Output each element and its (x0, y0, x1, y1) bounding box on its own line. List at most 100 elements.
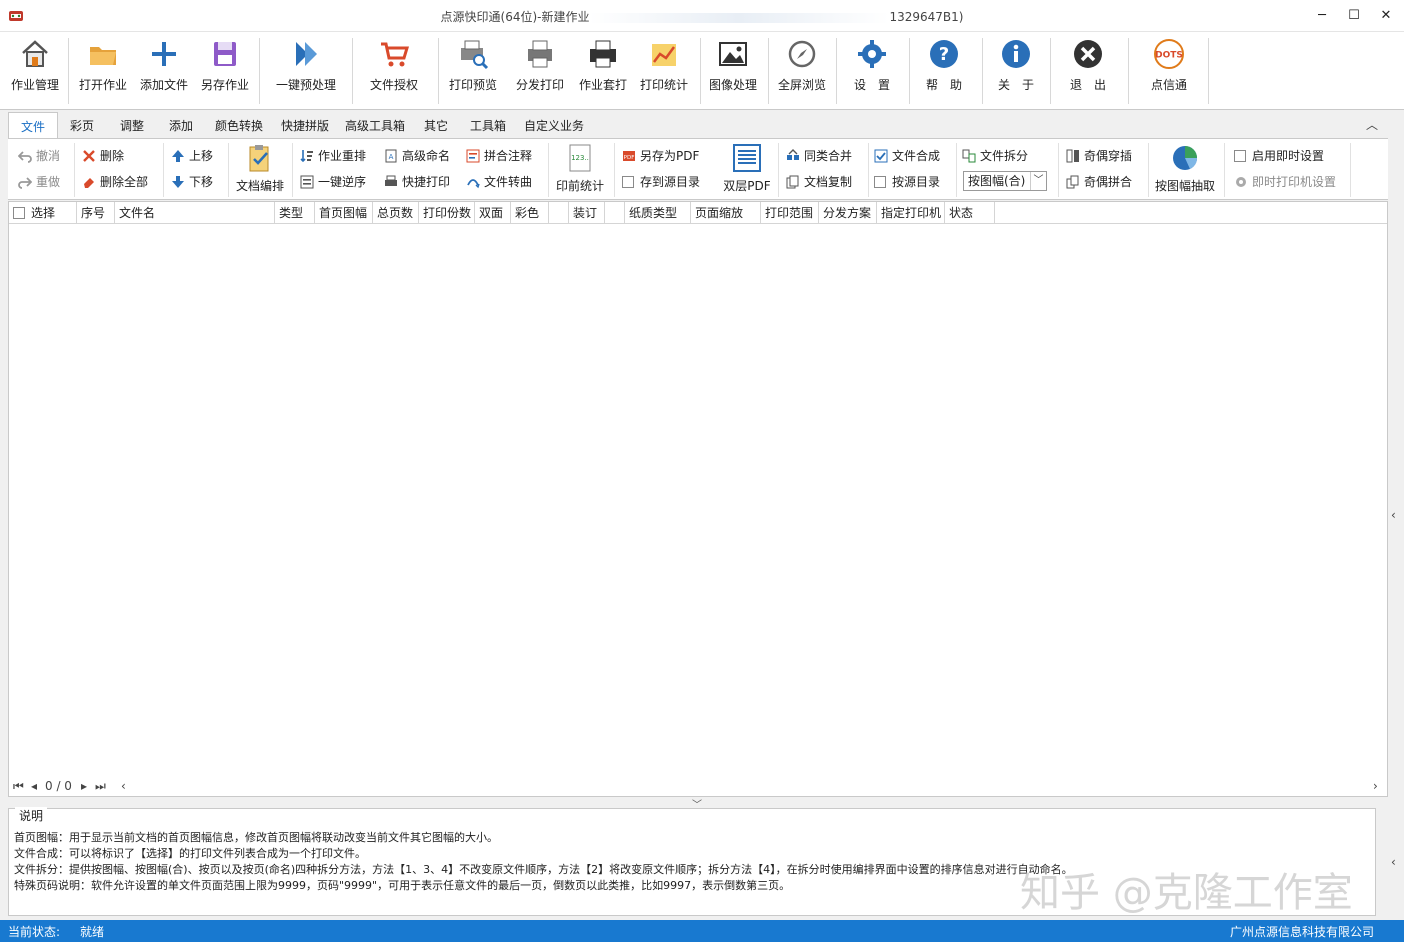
column-header[interactable]: 打印份数 (419, 202, 475, 224)
save-job-as-label: 另存作业 (200, 78, 249, 92)
odd-even-insert-button[interactable]: 奇偶穿插 (1066, 146, 1132, 166)
tab-file[interactable]: 文件 (8, 112, 58, 138)
merge-same-type-button[interactable]: 同类合并 (786, 146, 852, 166)
note-line: 首页图幅：用于显示当前文档的首页图幅信息，修改首页图幅将联动改变当前文件其它图幅… (14, 831, 498, 844)
dispatch-print-button[interactable]: 分发打印 (510, 36, 570, 106)
column-header[interactable]: 页面缩放 (691, 202, 761, 224)
column-header[interactable]: 指定打印机 (877, 202, 945, 224)
select-all-checkbox[interactable] (13, 207, 25, 219)
dian-xin-tong-label: 点信通 (1150, 78, 1187, 92)
one-key-preprocess-button[interactable]: 一键预处理 (268, 36, 344, 106)
column-header[interactable]: 首页图幅 (315, 202, 373, 224)
pie-chart-icon (1173, 146, 1198, 170)
column-header[interactable]: 文件名 (115, 202, 275, 224)
job-overprint-button[interactable]: 作业套打 (573, 36, 633, 106)
tab-add[interactable]: 添加 (161, 112, 201, 138)
column-header[interactable]: 纸质类型 (625, 202, 691, 224)
file-compose-button[interactable]: 文件合成 (874, 146, 940, 166)
doc-arrange-button[interactable]: 文档编排 (234, 143, 286, 194)
move-up-button[interactable]: 上移 (171, 146, 213, 166)
column-header[interactable]: 双面 (475, 202, 511, 224)
toolbar-divider (700, 38, 701, 104)
tab-adjust[interactable]: 调整 (112, 112, 152, 138)
job-manage-button[interactable]: 作业管理 (6, 36, 64, 106)
split-mode-select[interactable]: 按图幅(合) ﹀ (963, 171, 1047, 191)
cart-icon (381, 42, 410, 67)
prepress-stats-button[interactable]: 123.. 印前统计 (554, 143, 606, 194)
ribbon-divider (1058, 143, 1059, 197)
first-page-button[interactable]: ⏮ (13, 779, 24, 794)
job-reorder-button[interactable]: 作业重排 (300, 146, 366, 166)
column-header[interactable]: 分发方案 (819, 202, 877, 224)
tab-color-page[interactable]: 彩页 (62, 112, 102, 138)
one-key-reverse-button[interactable]: 一键逆序 (300, 172, 366, 192)
help-button[interactable]: ? 帮 助 (918, 36, 970, 106)
column-header[interactable] (549, 202, 569, 224)
column-header[interactable]: 总页数 (373, 202, 419, 224)
print-stats-button[interactable]: 打印统计 (635, 36, 693, 106)
tab-toolbox[interactable]: 工具箱 (463, 112, 513, 138)
file-outline-button[interactable]: 文件转曲 (466, 172, 532, 192)
delete-all-button[interactable]: 删除全部 (82, 172, 148, 192)
move-down-button[interactable]: 下移 (171, 172, 213, 192)
by-source-dir-checkbox[interactable]: 按源目录 (874, 172, 940, 192)
maximize-button[interactable]: ☐ (1338, 0, 1370, 32)
save-job-as-button[interactable]: 另存作业 (196, 36, 254, 106)
column-header[interactable]: 装订 (569, 202, 605, 224)
select-all-column[interactable]: 选择 (9, 202, 77, 224)
tab-quick-imposition[interactable]: 快捷拼版 (274, 112, 336, 138)
file-split-button[interactable]: 文件拆分 (962, 146, 1028, 166)
next-page-button[interactable]: ▸ (81, 779, 87, 793)
enable-instant-checkbox[interactable]: 启用即时设置 (1234, 146, 1324, 166)
last-page-button[interactable]: ⏭ (95, 779, 106, 794)
watermark: 知乎 @克隆工作室 (1020, 870, 1353, 916)
tab-other[interactable]: 其它 (418, 112, 454, 138)
image-process-button[interactable]: 图像处理 (704, 36, 762, 106)
print-preview-button[interactable]: 打印预览 (444, 36, 502, 106)
dian-xin-tong-button[interactable]: DOTS 点信通 (1140, 36, 1198, 106)
add-file-button[interactable]: 添加文件 (135, 36, 193, 106)
about-button[interactable]: 关 于 (990, 36, 1042, 106)
notes-panel-toggle-icon[interactable]: ‹ (1391, 855, 1396, 869)
save-as-pdf-button[interactable]: PDF 另存为PDF (622, 146, 699, 166)
double-layer-pdf-button[interactable]: 双层PDF (722, 143, 772, 194)
quick-print-button[interactable]: 快捷打印 (384, 172, 450, 192)
combine-annotations-button[interactable]: 拼合注释 (466, 146, 532, 166)
close-button[interactable]: ✕ (1370, 0, 1402, 32)
file-license-button[interactable]: 文件授权 (364, 36, 424, 106)
tab-color-convert[interactable]: 颜色转换 (208, 112, 270, 138)
ribbon-divider (1224, 143, 1225, 197)
delete-button[interactable]: 删除 (82, 146, 124, 166)
column-header[interactable]: 类型 (275, 202, 315, 224)
scroll-left-icon[interactable]: ‹ (121, 779, 126, 793)
ribbon-collapse-icon[interactable]: ︿ (1366, 116, 1378, 133)
odd-even-combine-button[interactable]: 奇偶拼合 (1066, 172, 1132, 192)
save-icon (214, 42, 236, 66)
minimize-button[interactable]: ─ (1306, 0, 1338, 32)
scroll-right-icon[interactable]: › (1373, 779, 1378, 793)
instant-printer-settings-button[interactable]: 即时打印机设置 (1234, 172, 1336, 192)
tab-advanced-toolbox[interactable]: 高级工具箱 (338, 112, 412, 138)
column-header[interactable]: 打印范围 (761, 202, 819, 224)
advanced-naming-button[interactable]: A 高级命名 (384, 146, 450, 166)
exit-button[interactable]: 退 出 (1062, 36, 1114, 106)
undo-button[interactable]: 撤消 (18, 146, 60, 166)
tab-custom-business[interactable]: 自定义业务 (518, 112, 590, 138)
fullscreen-browse-button[interactable]: 全屏浏览 (773, 36, 831, 106)
status-value: 就绪 (80, 925, 105, 939)
side-panel-toggle-icon[interactable]: ‹ (1391, 508, 1396, 522)
extract-by-size-button[interactable]: 按图幅抽取 (1154, 143, 1216, 194)
redo-button[interactable]: 重做 (18, 172, 60, 192)
column-header[interactable]: 状态 (945, 202, 995, 224)
prev-page-button[interactable]: ◂ (31, 779, 37, 793)
column-header[interactable] (605, 202, 625, 224)
column-header[interactable]: 彩色 (511, 202, 549, 224)
save-to-source-checkbox[interactable]: 存到源目录 (622, 172, 700, 192)
ribbon-divider (292, 143, 293, 197)
stats-doc-icon: 123.. (569, 144, 591, 172)
doc-copy-button[interactable]: 文档复制 (786, 172, 852, 192)
settings-button[interactable]: 设 置 (846, 36, 898, 106)
open-job-button[interactable]: 打开作业 (74, 36, 132, 106)
printer-gear-icon (1236, 177, 1246, 187)
column-header[interactable]: 序号 (77, 202, 115, 224)
